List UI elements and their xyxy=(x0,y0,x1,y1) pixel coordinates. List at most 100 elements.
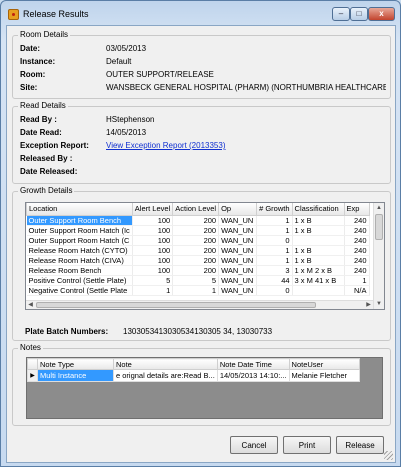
cell-growth: 3 xyxy=(256,265,293,276)
room-label: Room: xyxy=(20,70,46,79)
col-alert-level[interactable]: Alert Level xyxy=(131,203,174,216)
col-note[interactable]: Note xyxy=(113,358,218,370)
cell-note-user: Melanie Fletcher xyxy=(288,369,360,382)
cell-location: Release Room Hatch (CIVA) xyxy=(26,255,133,266)
cell-location: Outer Support Room Bench xyxy=(26,215,133,226)
cell-action: 200 xyxy=(172,265,220,276)
release-results-window: Release Results – □ x Room Details Date:… xyxy=(0,0,401,467)
dialog-client-area: Room Details Date: 03/05/2013 Instance: … xyxy=(6,25,396,463)
notes-group: Notes Note Type Note Note Date Time Note… xyxy=(12,343,391,426)
cell-action: 200 xyxy=(172,215,220,226)
maximize-button[interactable]: □ xyxy=(350,7,368,21)
cell-classification xyxy=(292,285,345,296)
close-button[interactable]: x xyxy=(368,7,395,21)
table-row[interactable]: Outer Support Room Hatch (Ic 100 200 WAN… xyxy=(26,225,370,236)
cell-exp: 240 xyxy=(344,215,370,226)
col-note-date-time[interactable]: Note Date Time xyxy=(216,358,290,370)
cancel-button[interactable]: Cancel xyxy=(230,436,278,454)
site-label: Site: xyxy=(20,83,38,92)
notes-header-row: Note Type Note Note Date Time NoteUser xyxy=(27,358,360,370)
cell-alert: 100 xyxy=(132,255,174,266)
released-by-label: Released By : xyxy=(20,154,73,163)
table-row[interactable]: Positive Control (Settle Plate) 5 5 WAN_… xyxy=(26,275,370,286)
date-read-label: Date Read: xyxy=(20,128,62,137)
cell-exp: 240 xyxy=(344,245,370,256)
title-bar[interactable]: Release Results – □ x xyxy=(1,1,400,27)
notes-grid[interactable]: Note Type Note Note Date Time NoteUser ▶… xyxy=(26,357,383,419)
table-row[interactable]: Release Room Bench 100 200 WAN_UN 3 1 x … xyxy=(26,265,370,276)
room-details-title: Room Details xyxy=(18,30,71,39)
scroll-down-arrow-icon[interactable]: ▼ xyxy=(374,299,384,309)
col-note-type[interactable]: Note Type xyxy=(37,358,114,370)
scroll-right-arrow-icon[interactable]: ▶ xyxy=(364,301,373,309)
col-classification[interactable]: Classification xyxy=(291,203,345,216)
cell-location: Release Room Hatch (CYTO) xyxy=(26,245,133,256)
cell-alert: 100 xyxy=(132,225,174,236)
col-note-user[interactable]: NoteUser xyxy=(288,358,360,370)
cell-classification: 1 x B xyxy=(292,225,345,236)
date-value: 03/05/2013 xyxy=(106,44,147,53)
minimize-button[interactable]: – xyxy=(332,7,350,21)
current-row-arrow-icon: ▶ xyxy=(27,369,38,382)
cell-alert: 100 xyxy=(132,265,174,276)
cell-growth: 1 xyxy=(256,245,293,256)
table-row[interactable]: Outer Support Room Hatch (C 100 200 WAN_… xyxy=(26,235,370,246)
table-row[interactable]: Negative Control (Settle Plate 1 1 WAN_U… xyxy=(26,285,370,296)
scroll-left-arrow-icon[interactable]: ◀ xyxy=(26,301,35,309)
cell-classification: 1 x M 2 x B xyxy=(292,265,345,276)
col-op[interactable]: Op xyxy=(218,203,258,216)
cell-exp: 240 xyxy=(344,225,370,236)
notes-table: Note Type Note Note Date Time NoteUser ▶… xyxy=(27,358,360,382)
growth-header-row: Location Alert Level Action Level Op # G… xyxy=(26,203,370,216)
app-icon xyxy=(8,9,19,20)
notes-row-header-corner xyxy=(27,358,38,370)
cell-alert: 100 xyxy=(132,215,174,226)
col-action-level[interactable]: Action Level xyxy=(172,203,220,216)
release-button[interactable]: Release xyxy=(336,436,384,454)
table-row[interactable]: ▶ Multi Instance e orignal details are:R… xyxy=(27,369,360,382)
table-row[interactable]: Release Room Hatch (CIVA) 100 200 WAN_UN… xyxy=(26,255,370,266)
cell-note-date-time: 14/05/2013 14:10:... xyxy=(216,369,290,382)
cell-alert: 1 xyxy=(132,285,174,296)
cell-op: WAN_UN xyxy=(218,285,258,296)
cell-growth: 1 xyxy=(256,215,293,226)
cell-op: WAN_UN xyxy=(218,265,258,276)
cell-classification: 1 x B xyxy=(292,255,345,266)
window-title: Release Results xyxy=(23,9,89,19)
site-value: WANSBECK GENERAL HOSPITAL (PHARM) (NORTH… xyxy=(106,83,386,92)
cell-growth: 44 xyxy=(256,275,293,286)
cell-classification: 1 x B xyxy=(292,215,345,226)
view-exception-report-link[interactable]: View Exception Report (2013353) xyxy=(106,141,225,150)
date-label: Date: xyxy=(20,44,41,53)
cell-location: Outer Support Room Hatch (C xyxy=(26,235,133,246)
col-location[interactable]: Location xyxy=(26,203,133,216)
growth-details-title: Growth Details xyxy=(18,186,75,195)
col-growth[interactable]: # Growth xyxy=(256,203,293,216)
growth-vertical-scrollbar[interactable]: ▲ ▼ xyxy=(373,203,384,309)
cell-op: WAN_UN xyxy=(218,245,258,256)
notes-title: Notes xyxy=(18,343,43,352)
table-row[interactable]: Release Room Hatch (CYTO) 100 200 WAN_UN… xyxy=(26,245,370,256)
scroll-up-arrow-icon[interactable]: ▲ xyxy=(374,203,384,213)
cell-op: WAN_UN xyxy=(218,225,258,236)
plate-batch-label: Plate Batch Numbers: xyxy=(25,327,109,336)
cell-action: 200 xyxy=(172,245,220,256)
cell-growth: 1 xyxy=(256,225,293,236)
print-button[interactable]: Print xyxy=(283,436,331,454)
cell-op: WAN_UN xyxy=(218,215,258,226)
col-exp[interactable]: Exp xyxy=(343,203,370,216)
cell-location: Release Room Bench xyxy=(26,265,133,276)
scroll-thumb[interactable] xyxy=(375,214,383,240)
cell-classification: 3 x M 41 x B xyxy=(292,275,345,286)
table-row[interactable]: Outer Support Room Bench 100 200 WAN_UN … xyxy=(26,215,370,226)
hscroll-thumb[interactable] xyxy=(36,302,316,308)
cell-note: e orignal details are:Read B... xyxy=(113,369,218,382)
growth-details-grid[interactable]: Location Alert Level Action Level Op # G… xyxy=(25,202,385,310)
cell-exp: 240 xyxy=(344,265,370,276)
cell-alert: 100 xyxy=(132,245,174,256)
cell-exp: 1 xyxy=(344,275,370,286)
resize-grip-icon[interactable] xyxy=(384,451,393,460)
growth-horizontal-scrollbar[interactable]: ◀ ▶ xyxy=(26,300,373,309)
read-details-group: Read Details Read By : HStephenson Date … xyxy=(12,101,391,184)
growth-table: Location Alert Level Action Level Op # G… xyxy=(26,203,370,296)
